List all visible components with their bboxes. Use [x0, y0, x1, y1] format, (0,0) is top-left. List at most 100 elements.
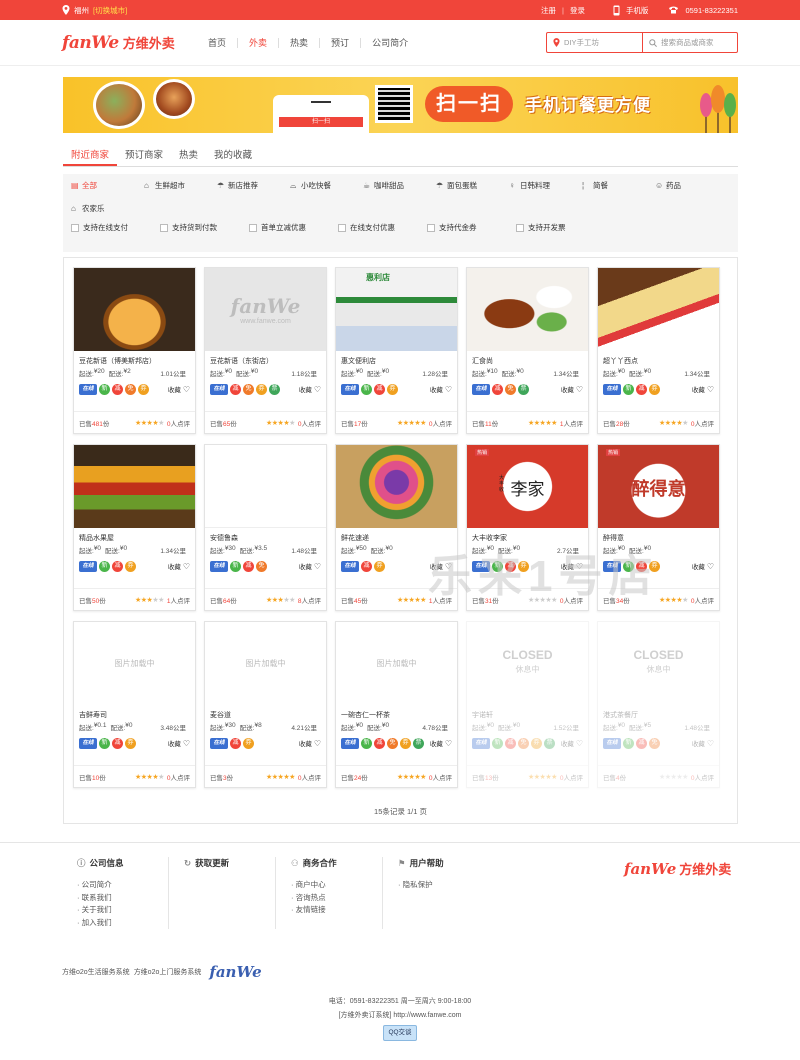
nav-home[interactable]: 首页: [202, 38, 237, 48]
category-7[interactable]: ¦ 简餐: [582, 180, 655, 191]
tab-favorites[interactable]: 我的收藏: [206, 140, 260, 166]
shop-name[interactable]: 惠文便利店: [336, 351, 457, 365]
footer-link[interactable]: 友情链接: [291, 904, 382, 917]
filter-option-4[interactable]: 支持代金券: [427, 222, 516, 233]
category-2[interactable]: ☂ 新店推荐: [217, 180, 290, 191]
category-3[interactable]: ⌓ 小吃快餐: [290, 180, 363, 191]
shop-name[interactable]: 豆花新语（东街店）: [205, 351, 326, 365]
search-input[interactable]: 搜索商品或商家: [643, 33, 737, 52]
login-link[interactable]: 登录: [570, 5, 585, 16]
footer-link[interactable]: 关于我们: [77, 904, 168, 917]
filter-option-5[interactable]: 支持开发票: [516, 222, 605, 233]
shop-image[interactable]: 图片加载中: [336, 622, 457, 705]
footer-link[interactable]: 商户中心: [291, 879, 382, 892]
favorite-button[interactable]: 收藏 ♡: [299, 561, 321, 572]
checkbox[interactable]: [427, 223, 435, 232]
favorite-button[interactable]: 收藏 ♡: [168, 384, 190, 395]
category-9[interactable]: ⌂ 农家乐: [71, 203, 144, 214]
shop-image[interactable]: [205, 445, 326, 528]
shop-image[interactable]: [74, 268, 195, 351]
shop-image[interactable]: 醉得意 热销: [598, 445, 719, 528]
shop-card[interactable]: 图片加载中 吉鲜寿司 起送: ¥0.1 配送: ¥0 3.48公里 在线新减券 收藏 ♡ 已售10份…: [73, 621, 196, 788]
shop-image[interactable]: 图片加载中: [205, 622, 326, 705]
tab-nearby[interactable]: 附近商家: [63, 140, 118, 166]
checkbox[interactable]: [516, 223, 524, 232]
area-input[interactable]: DIY手工坊: [547, 33, 643, 52]
shop-name[interactable]: 麦谷道: [205, 705, 326, 719]
shop-image[interactable]: 惠利店: [336, 268, 457, 351]
footer-link[interactable]: 咨询热点: [291, 892, 382, 905]
footer-link[interactable]: 加入我们: [77, 917, 168, 930]
filter-option-2[interactable]: 首单立减优惠: [249, 222, 338, 233]
switch-city-link[interactable]: [切换城市]: [93, 5, 127, 16]
shop-card[interactable]: 图片加载中 麦谷道 起送: ¥30 配送: ¥8 4.21公里 在线减券 收藏 ♡ 已售3份 ★★★★…: [204, 621, 327, 788]
favorite-button[interactable]: 收藏 ♡: [168, 561, 190, 572]
nav-reserve[interactable]: 预订: [319, 37, 360, 48]
shop-image[interactable]: 图片加载中: [74, 622, 195, 705]
favorite-button[interactable]: 收藏 ♡: [168, 738, 190, 749]
favorite-button[interactable]: 收藏 ♡: [692, 738, 714, 749]
checkbox[interactable]: [160, 223, 168, 232]
nav-takeout[interactable]: 外卖: [237, 37, 278, 48]
shop-image[interactable]: 李家 大丰收 热销: [467, 445, 588, 528]
category-0[interactable]: ▤ 全部: [71, 180, 144, 191]
nav-about[interactable]: 公司简介: [360, 37, 419, 48]
shop-name[interactable]: 宇诺轩: [467, 705, 588, 719]
tab-reserve[interactable]: 预订商家: [117, 140, 171, 166]
category-4[interactable]: ☕ 咖啡甜品: [363, 180, 436, 191]
shop-card[interactable]: 惠利店 惠文便利店 起送: ¥0 配送: ¥0 1.28公里 在线新减券收藏 ♡ 已售17份 ★★★…: [335, 267, 458, 434]
favorite-button[interactable]: 收藏 ♡: [430, 738, 452, 749]
shop-name[interactable]: 豆花新语（博美斯邦店）: [74, 351, 195, 365]
register-link[interactable]: 注册: [541, 5, 556, 16]
favorite-button[interactable]: 收藏 ♡: [430, 384, 452, 395]
system-link[interactable]: 方维o2o上门服务系统: [134, 967, 202, 977]
shop-card[interactable]: CLOSED 休息中 港式茶餐厅 起送: ¥0 配送: ¥5 1.48公里 在线新减免 收藏 ♡ 已售…: [597, 621, 720, 788]
shop-card[interactable]: 精品水果屋 起送: ¥0 配送: ¥0 1.34公里 在线新减券收藏 ♡ 已售50份 ★★★★★ 1…: [73, 444, 196, 611]
favorite-button[interactable]: 收藏 ♡: [299, 384, 321, 395]
favorite-button[interactable]: 收藏 ♡: [692, 561, 714, 572]
category-1[interactable]: ⌂ 生鲜超市: [144, 180, 217, 191]
shop-card[interactable]: fanWe www.fanwe.com 豆花新语（东街店） 起送: ¥0 配送: ¥0 1.1…: [204, 267, 327, 434]
category-6[interactable]: ♀ 日韩料理: [509, 180, 582, 191]
filter-option-1[interactable]: 支持货到付款: [160, 222, 249, 233]
shop-image[interactable]: CLOSED 休息中: [467, 622, 588, 705]
filter-option-0[interactable]: 支持在线支付: [71, 222, 160, 233]
shop-image[interactable]: [336, 445, 457, 528]
nav-hot[interactable]: 热卖: [278, 37, 319, 48]
promo-banner[interactable]: 扫一扫 扫一扫 手机订餐更方便: [63, 77, 738, 133]
site-link[interactable]: [方维外卖订系统] http://www.fanwe.com: [0, 1009, 800, 1023]
favorite-button[interactable]: 收藏 ♡: [692, 384, 714, 395]
shop-image[interactable]: CLOSED 休息中: [598, 622, 719, 705]
shop-name[interactable]: 安德鲁森: [205, 528, 326, 542]
shop-card[interactable]: 安德鲁森 起送: ¥30 配送: ¥3.5 1.48公里 在线新减免 收藏 ♡ 已售64份 ★★★★…: [204, 444, 327, 611]
checkbox[interactable]: [71, 223, 79, 232]
shop-name[interactable]: 汇食尚: [467, 351, 588, 365]
favorite-button[interactable]: 收藏 ♡: [561, 384, 583, 395]
checkbox[interactable]: [338, 223, 346, 232]
checkbox[interactable]: [249, 223, 257, 232]
footer-link[interactable]: 隐私保护: [398, 879, 490, 892]
qq-chat-button[interactable]: QQ交谈: [383, 1025, 417, 1041]
shop-name[interactable]: 吉鲜寿司: [74, 705, 195, 719]
site-logo[interactable]: fanWe 方维外卖: [62, 33, 202, 53]
mobile-version-link[interactable]: 手机版: [626, 5, 649, 16]
shop-card[interactable]: CLOSED 休息中 宇诺轩 起送: ¥0 配送: ¥0 1.52公里 在线新减免券票收藏 ♡ 已售…: [466, 621, 589, 788]
shop-name[interactable]: 一碗杏仁一杯茶: [336, 705, 457, 719]
filter-option-3[interactable]: 在线支付优惠: [338, 222, 427, 233]
shop-image[interactable]: [467, 268, 588, 351]
shop-card[interactable]: 豆花新语（博美斯邦店） 起送: ¥20 配送: ¥2 1.01公里 在线新减免券 收藏 ♡ 已售4…: [73, 267, 196, 434]
shop-card[interactable]: 汇食尚 起送: ¥10 配送: ¥0 1.34公里 在线减免票 收藏 ♡ 已售11份 ★★★★★ 1人…: [466, 267, 589, 434]
shop-name[interactable]: 精品水果屋: [74, 528, 195, 542]
shop-image[interactable]: [598, 268, 719, 351]
footer-link[interactable]: 联系我们: [77, 892, 168, 905]
favorite-button[interactable]: 收藏 ♡: [299, 738, 321, 749]
footer-link[interactable]: 公司简介: [77, 879, 168, 892]
shop-image[interactable]: fanWe www.fanwe.com: [205, 268, 326, 351]
category-5[interactable]: ☂ 面包蛋糕: [436, 180, 509, 191]
shop-card[interactable]: 超丫丫西点 起送: ¥0 配送: ¥0 1.34公里 在线新减券收藏 ♡ 已售28份 ★★★★★ 0…: [597, 267, 720, 434]
favorite-button[interactable]: 收藏 ♡: [561, 738, 583, 749]
tab-hot[interactable]: 热卖: [171, 140, 206, 166]
shop-name[interactable]: 港式茶餐厅: [598, 705, 719, 719]
category-8[interactable]: ☺ 药品: [655, 180, 728, 191]
shop-name[interactable]: 超丫丫西点: [598, 351, 719, 365]
